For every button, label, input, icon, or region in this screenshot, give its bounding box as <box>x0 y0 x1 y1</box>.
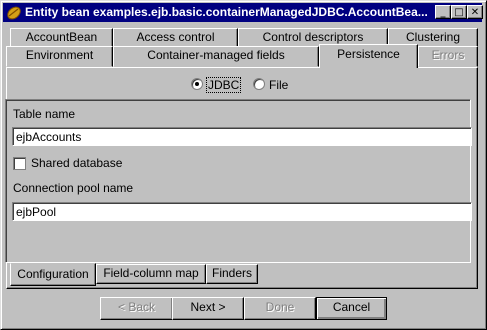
tab-label: Persistence <box>337 47 400 61</box>
maximize-button[interactable]: □ <box>451 5 467 19</box>
connection-pool-label: Connection pool name <box>13 181 134 195</box>
done-button: Done <box>244 297 316 320</box>
title-bar[interactable]: Entity bean examples.ejb.basic.container… <box>3 3 483 22</box>
tab-container-managed-fields[interactable]: Container-managed fields <box>113 46 319 67</box>
tab-accountbean[interactable]: AccountBean <box>10 28 113 47</box>
next-label: Next > <box>190 300 226 314</box>
back-button: < Back <box>100 297 173 320</box>
cancel-label: Cancel <box>332 300 371 314</box>
bean-icon <box>6 5 22 21</box>
table-name-label: Table name <box>13 107 76 121</box>
shared-database-label[interactable]: Shared database <box>31 156 122 170</box>
cancel-button[interactable]: Cancel <box>316 297 387 320</box>
connection-pool-input[interactable] <box>12 202 472 221</box>
tab-label: Field-column map <box>103 266 199 280</box>
tab-label: Errors <box>431 48 465 62</box>
file-radio-label[interactable]: File <box>269 78 288 92</box>
tab-field-column-map[interactable]: Field-column map <box>96 264 206 284</box>
tab-errors: Errors <box>418 46 478 67</box>
maximize-icon: □ <box>454 7 464 18</box>
minimize-button[interactable]: _ <box>435 5 451 19</box>
shared-database-checkbox[interactable] <box>13 157 26 170</box>
tab-configuration[interactable]: Configuration <box>10 263 96 286</box>
tab-label: Clustering <box>405 30 461 44</box>
tab-persistence[interactable]: Persistence <box>319 44 418 68</box>
tab-label: Configuration <box>17 267 89 281</box>
tab-label: Access control <box>136 30 215 44</box>
tab-label: AccountBean <box>25 30 98 44</box>
radio-selected-dot <box>195 82 199 86</box>
tab-label: Finders <box>211 266 252 280</box>
minimize-icon: _ <box>440 7 446 18</box>
jdbc-label-text: JDBC <box>208 78 240 92</box>
table-name-input[interactable] <box>12 127 472 146</box>
jdbc-radio-label[interactable]: JDBC <box>206 77 242 93</box>
close-button[interactable]: ✕ <box>467 5 483 19</box>
jdbc-radio[interactable] <box>191 78 203 90</box>
tab-label: Control descriptors <box>262 30 364 44</box>
next-button[interactable]: Next > <box>172 297 244 320</box>
tab-finders[interactable]: Finders <box>206 264 258 284</box>
window-title: Entity bean examples.ejb.basic.container… <box>25 5 428 19</box>
close-icon: ✕ <box>470 7 480 18</box>
tab-environment[interactable]: Environment <box>6 46 113 67</box>
back-label: < Back <box>117 300 156 314</box>
done-label: Done <box>265 300 295 314</box>
tab-label: Environment <box>25 48 94 62</box>
tab-label: Container-managed fields <box>147 48 285 62</box>
tab-access-control[interactable]: Access control <box>113 28 238 47</box>
file-radio[interactable] <box>253 78 265 90</box>
